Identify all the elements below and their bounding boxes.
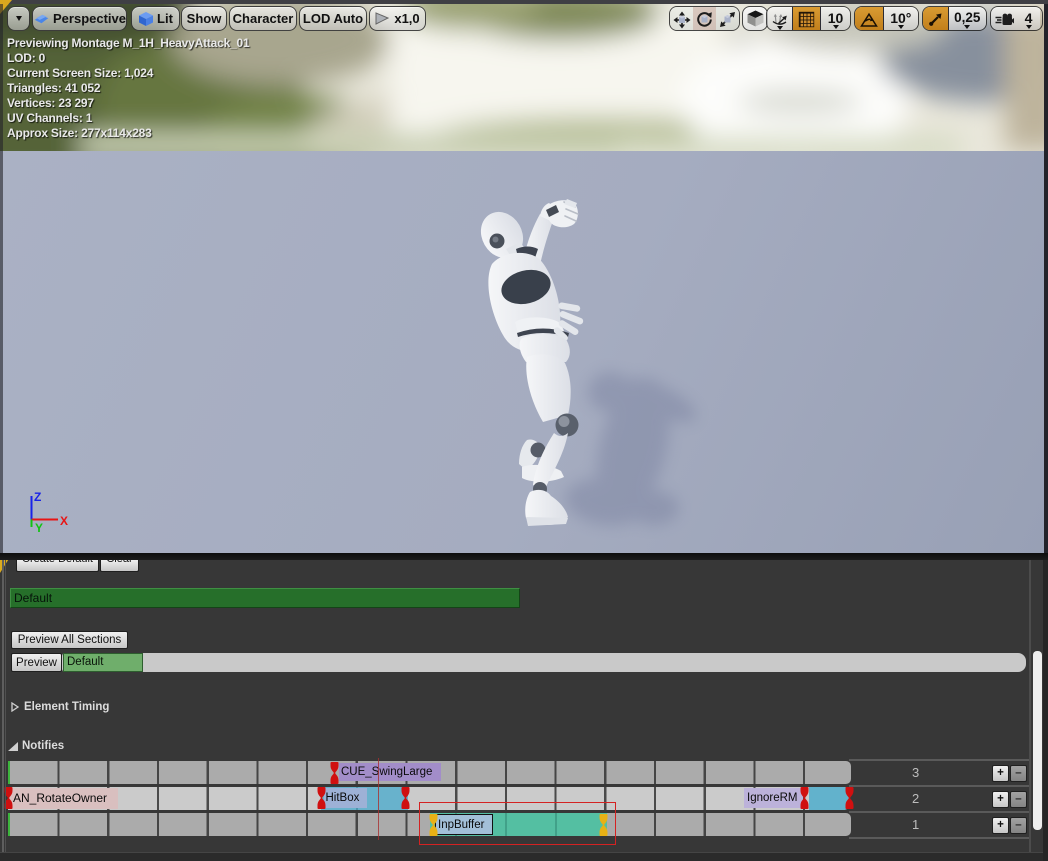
svg-text:Y: Y bbox=[35, 521, 43, 535]
svg-text:Z: Z bbox=[34, 490, 41, 504]
svg-text:X: X bbox=[60, 514, 68, 528]
